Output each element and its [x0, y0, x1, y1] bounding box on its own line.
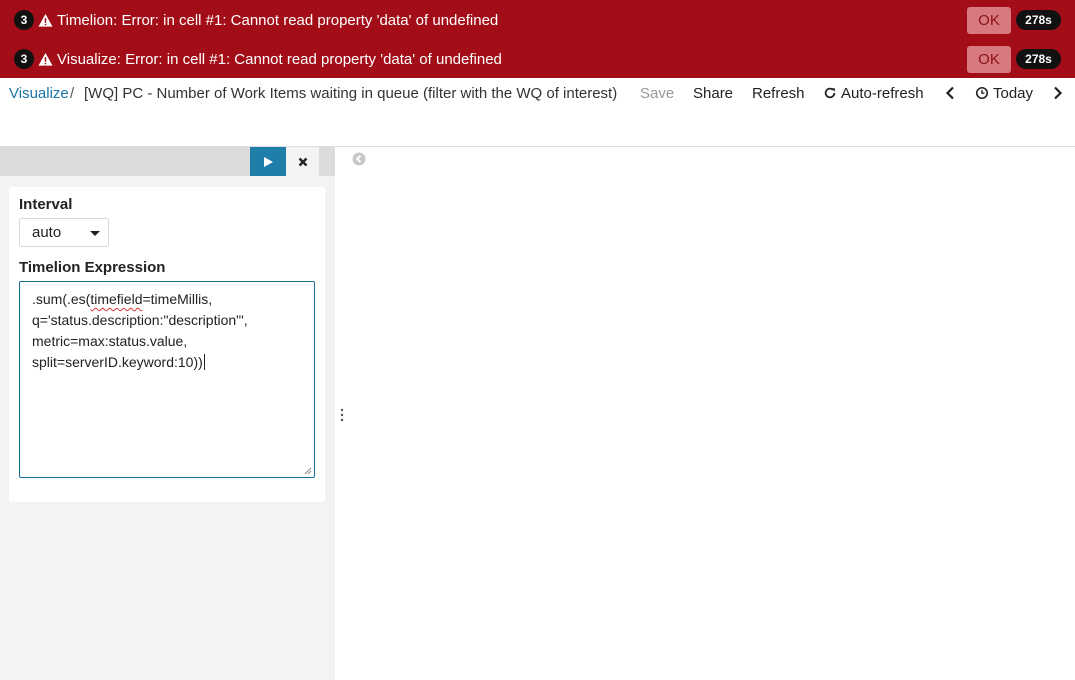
toast-message: Visualize: Error: in cell #1: Cannot rea…: [57, 50, 502, 68]
expression-line: .sum(.es(timefield=timeMillis,: [32, 289, 302, 310]
play-icon: [264, 156, 273, 167]
chevron-down-icon: [90, 231, 100, 236]
top-nav: Visualize / [WQ] PC - Number of Work Ite…: [0, 78, 1075, 108]
breadcrumb-separator: /: [70, 84, 75, 102]
close-editor-button[interactable]: [286, 147, 319, 176]
interval-value: auto: [32, 224, 62, 241]
vertical-dots-icon[interactable]: [340, 408, 344, 422]
auto-refresh-label: Auto-refresh: [841, 84, 924, 102]
warning-icon: [38, 13, 53, 27]
expression-textarea[interactable]: .sum(.es(timefield=timeMillis, q='status…: [19, 281, 315, 478]
expression-line: metric=max:status.value,: [32, 333, 188, 349]
chevron-left-icon[interactable]: [944, 86, 956, 100]
clock-icon: [975, 86, 989, 100]
warning-icon: [38, 52, 53, 66]
interval-select[interactable]: auto: [19, 218, 109, 247]
expression-text: .sum(.es(: [32, 291, 91, 307]
toast-count-badge: 3: [14, 49, 34, 69]
close-icon: [298, 157, 307, 166]
toast-time-badge: 278s: [1016, 10, 1061, 30]
editor-panel: Interval auto Timelion Expression .sum(.…: [9, 187, 325, 502]
expression-label: Timelion Expression: [19, 259, 166, 276]
spellcheck-word: timefield: [90, 291, 143, 307]
time-picker-label: Today: [993, 84, 1034, 102]
toast-ok-button[interactable]: OK: [967, 6, 1011, 34]
interval-label: Interval: [19, 196, 73, 213]
run-button[interactable]: [250, 147, 286, 176]
error-toast: 3 Visualize: Error: in cell #1: Cannot r…: [0, 39, 1075, 79]
chevron-right-icon[interactable]: [1052, 86, 1064, 100]
toast-ok-button[interactable]: OK: [967, 45, 1011, 73]
error-toast: 3 Timelion: Error: in cell #1: Cannot re…: [0, 0, 1075, 40]
toast-time-badge: 278s: [1016, 49, 1061, 69]
breadcrumb-visualize-link[interactable]: Visualize: [9, 85, 69, 102]
expression-text: =timeMillis,: [142, 291, 213, 307]
toast-count-badge: 3: [14, 10, 34, 30]
refresh-icon: [824, 87, 836, 99]
text-cursor: [203, 354, 205, 370]
resize-grip-icon[interactable]: [304, 467, 312, 475]
error-toast-list: 3 Timelion: Error: in cell #1: Cannot re…: [0, 0, 1075, 78]
editor-sidebar: Interval auto Timelion Expression .sum(.…: [0, 147, 335, 680]
expression-line: q='status.description:"description"',: [32, 312, 248, 328]
auto-refresh-button[interactable]: Auto-refresh: [823, 85, 924, 102]
time-picker-button[interactable]: Today: [975, 85, 1033, 102]
refresh-button[interactable]: Refresh: [752, 85, 805, 102]
collapse-circle-icon[interactable]: [352, 152, 366, 166]
share-button[interactable]: Share: [693, 85, 733, 102]
page-title: [WQ] PC - Number of Work Items waiting i…: [84, 84, 618, 102]
toast-message: Timelion: Error: in cell #1: Cannot read…: [57, 11, 499, 29]
save-button[interactable]: Save: [640, 85, 674, 102]
expression-text: split=serverID.keyword:10)): [32, 354, 203, 370]
expression-line: split=serverID.keyword:10)): [32, 352, 302, 373]
